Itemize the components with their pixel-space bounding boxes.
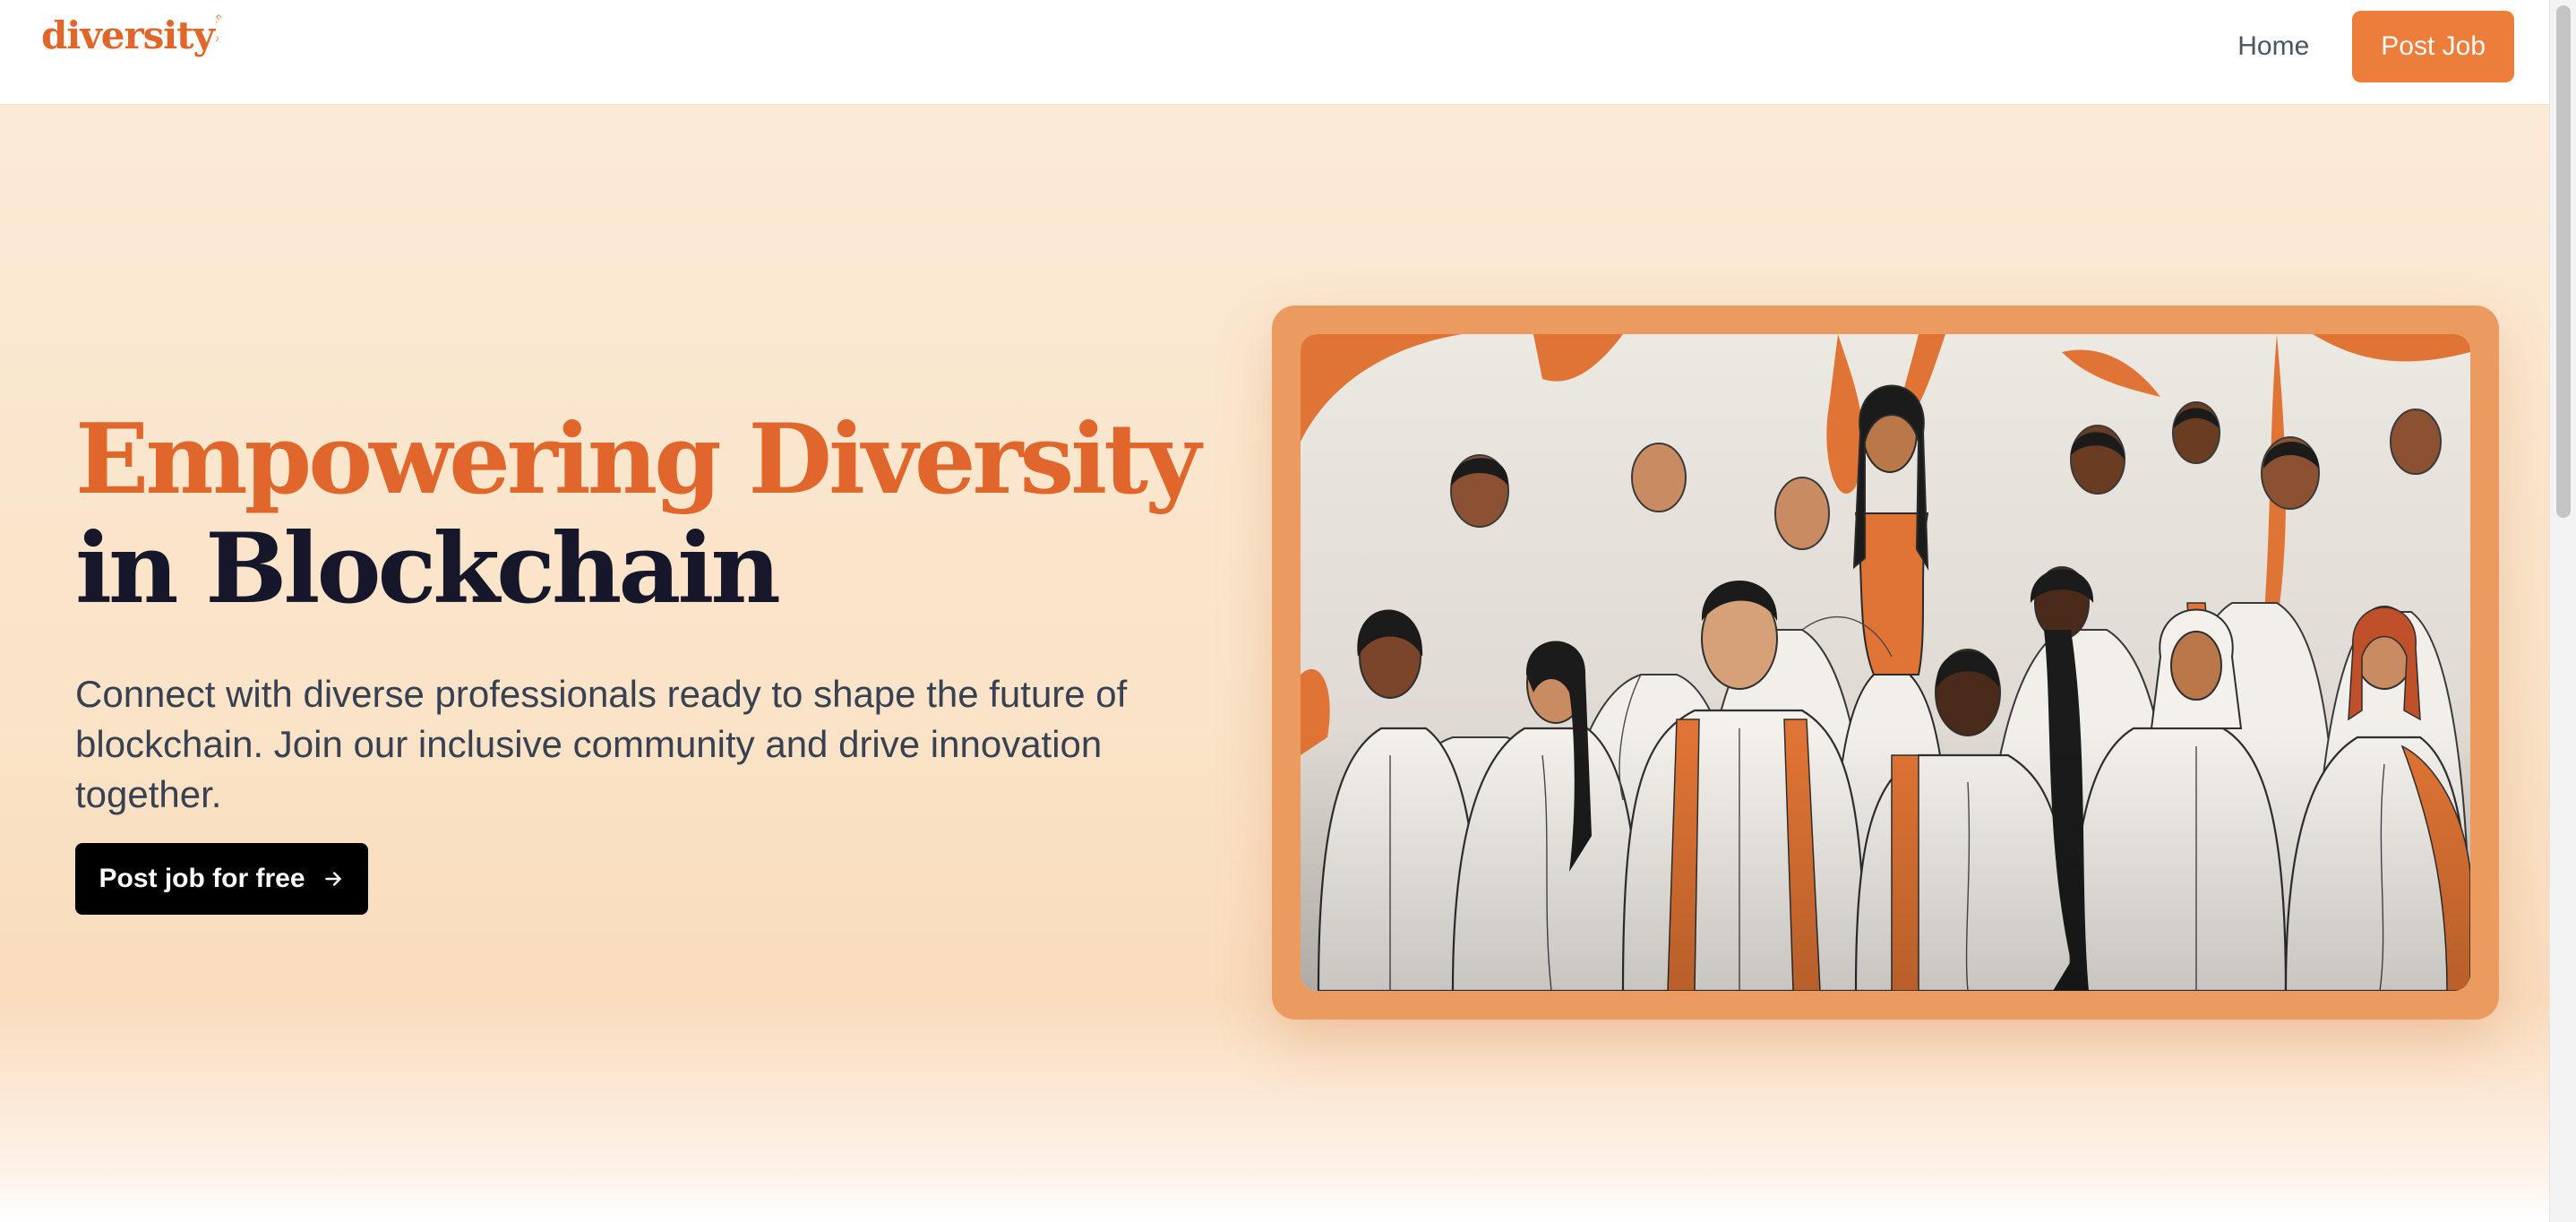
hero-section: Empowering Diversity in Blockchain Conne… [0,105,2549,1222]
logo[interactable]: diversity chain [41,9,243,63]
logo-chain-badge: chain [216,13,243,45]
logo-wordmark: diversity [41,13,215,57]
hero-title-main: in Blockchain [75,512,781,625]
site-header: diversity chain Home Post Job [0,0,2549,105]
scrollbar-thumb[interactable] [2556,5,2571,518]
page: diversity chain Home Post Job Empowering… [0,0,2576,1222]
hero-title: Empowering Diversity in Blockchain [75,403,1201,625]
hero-title-accent: Empowering Diversity [75,403,1201,516]
post-job-free-button[interactable]: Post job for free [75,843,368,915]
nav-home-link[interactable]: Home [2237,31,2309,62]
hero-subtitle: Connect with diverse professionals ready… [75,673,1128,815]
logo-badge-text: chain [216,13,224,43]
page-scrollbar[interactable] [2549,0,2576,1222]
people-illustration [1301,334,2470,991]
arrow-right-icon [322,867,345,891]
hero-illustration [1301,334,2470,991]
cta-label: Post job for free [99,864,305,893]
top-nav: Home Post Job [2237,11,2514,82]
svg-text:chain: chain [216,13,225,43]
post-job-button[interactable]: Post Job [2352,11,2514,82]
hero-image-frame [1272,306,2499,1020]
